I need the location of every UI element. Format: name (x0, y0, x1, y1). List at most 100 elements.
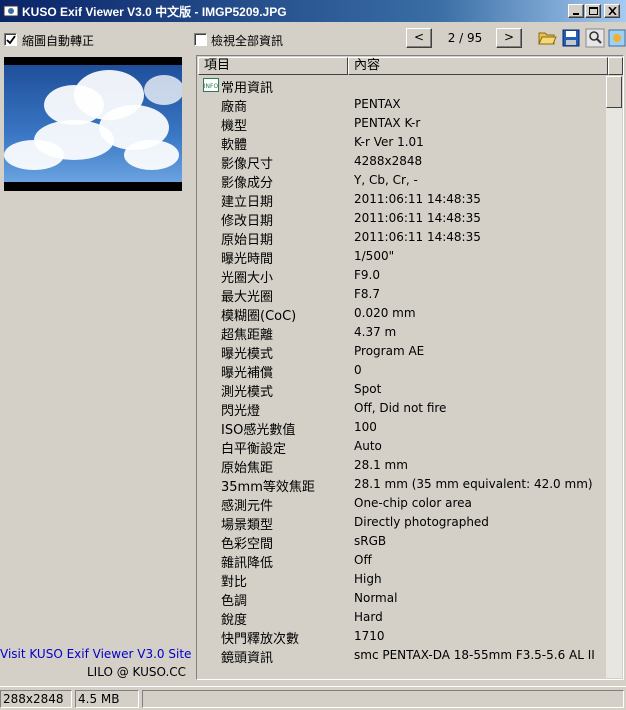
info-icon: INFO (203, 78, 219, 92)
row-item-label: 超焦距離 (221, 328, 274, 343)
row-item-value: 2011:06:11 14:48:35 (354, 230, 481, 244)
table-row[interactable]: 修改日期 2011:06:11 14:48:35 (198, 209, 606, 229)
row-item-label: 廠商 (221, 100, 248, 115)
row-item-value: 4.37 m (354, 325, 397, 339)
row-item-label: 感測元件 (221, 499, 274, 514)
table-row[interactable]: 曝光補償 0 (198, 361, 606, 381)
table-row[interactable]: 35mm等效焦距 28.1 mm (35 mm equivalent: 42.0 … (198, 475, 606, 495)
row-item-value: High (354, 572, 382, 586)
prev-button[interactable]: < (406, 28, 432, 48)
row-item-value: F8.7 (354, 287, 380, 301)
table-row[interactable]: 雜訊降低 Off (198, 551, 606, 571)
close-button[interactable] (604, 4, 620, 18)
table-row[interactable]: 色調 Normal (198, 589, 606, 609)
table-row[interactable]: 場景類型 Directly photographed (198, 513, 606, 533)
next-button[interactable]: > (496, 28, 522, 48)
table-row[interactable]: 軟體 K-r Ver 1.01 (198, 133, 606, 153)
row-item-label: 軟體 (221, 138, 248, 153)
thumbnail-preview (4, 57, 182, 191)
table-row[interactable]: 對比 High (198, 570, 606, 590)
table-row[interactable]: 鏡頭資訊 smc PENTAX-DA 18-55mm F3.5-5.6 AL II (198, 646, 606, 666)
table-row[interactable]: 曝光時間 1/500" (198, 247, 606, 267)
table-row[interactable]: 原始日期 2011:06:11 14:48:35 (198, 228, 606, 248)
table-row[interactable]: 廠商 PENTAX (198, 95, 606, 115)
settings-icon[interactable] (608, 28, 626, 48)
table-row[interactable]: 感測元件 One-chip color area (198, 494, 606, 514)
table-row[interactable]: 色彩空間 sRGB (198, 532, 606, 552)
site-link[interactable]: Visit KUSO Exif Viewer V3.0 Site (0, 647, 191, 661)
row-item-label: 原始日期 (221, 233, 274, 248)
row-item-value: Directly photographed (354, 515, 489, 529)
table-row[interactable]: 銳度 Hard (198, 608, 606, 628)
table-row[interactable]: 影像尺寸 4288x2848 (198, 152, 606, 172)
search-icon[interactable] (585, 28, 605, 48)
row-item-value: Auto (354, 439, 382, 453)
table-row[interactable]: 機型 PENTAX K-r (198, 114, 606, 134)
table-row[interactable]: 建立日期 2011:06:11 14:48:35 (198, 190, 606, 210)
row-item-label: 白平衡設定 (221, 442, 287, 457)
row-item-value: 28.1 mm (35 mm equivalent: 42.0 mm) (354, 477, 593, 491)
row-item-value: 28.1 mm (354, 458, 408, 472)
row-item-label: 影像尺寸 (221, 157, 274, 172)
minimize-icon (573, 13, 579, 15)
column-header-spacer (608, 57, 623, 75)
table-row[interactable]: 閃光燈 Off, Did not fire (198, 399, 606, 419)
table-row[interactable]: 快門釋放次數 1710 (198, 627, 606, 647)
title-bar[interactable]: KUSO Exif Viewer V3.0 中文版 - IMGP5209.JPG (0, 0, 626, 22)
row-item-label: 模糊圈(CoC) (221, 309, 297, 324)
auto-rotate-checkbox[interactable] (4, 33, 17, 46)
show-all-label[interactable]: 檢視全部資訊 (211, 32, 283, 49)
row-item-label: 建立日期 (221, 195, 274, 210)
vertical-scrollbar[interactable] (606, 76, 622, 678)
row-item-value: 4288x2848 (354, 154, 423, 168)
exif-list[interactable]: 項目 內容 INFO 常用資訊 廠商 PENTAX 機型 PENTAX K-r 軟體 K-… (196, 55, 624, 680)
row-item-value: sRGB (354, 534, 387, 548)
maximize-button[interactable] (585, 4, 601, 18)
column-header-content[interactable]: 內容 (348, 57, 608, 75)
scroll-thumb[interactable] (606, 76, 622, 108)
row-item-value: PENTAX K-r (354, 116, 421, 130)
table-row[interactable]: 測光模式 Spot (198, 380, 606, 400)
row-item-label: ISO感光數值 (221, 423, 296, 438)
row-item-value: Off, Did not fire (354, 401, 447, 415)
table-row[interactable]: 模糊圈(CoC) 0.020 mm (198, 304, 606, 324)
save-icon[interactable] (561, 28, 581, 48)
row-item-value: K-r Ver 1.01 (354, 135, 424, 149)
row-item-label: 測光模式 (221, 385, 274, 400)
row-item-label: 影像成分 (221, 176, 274, 191)
status-empty-panel (142, 690, 624, 708)
row-item-value: One-chip color area (354, 496, 472, 510)
group-row[interactable]: INFO 常用資訊 (198, 76, 606, 96)
table-row[interactable]: 影像成分 Y, Cb, Cr, - (198, 171, 606, 191)
auto-rotate-label[interactable]: 縮圖自動轉正 (22, 32, 94, 49)
row-item-value: Y, Cb, Cr, - (354, 173, 418, 187)
table-row[interactable]: 光圈大小 F9.0 (198, 266, 606, 286)
column-header-item[interactable]: 項目 (198, 57, 348, 75)
row-item-label: 鏡頭資訊 (221, 651, 274, 666)
row-item-value: Off (354, 553, 372, 567)
row-item-label: 快門釋放次數 (221, 632, 300, 647)
row-item-value: 1/500" (354, 249, 395, 263)
table-row[interactable]: 超焦距離 4.37 m (198, 323, 606, 343)
table-row[interactable]: 曝光模式 Program AE (198, 342, 606, 362)
close-icon (608, 7, 617, 15)
row-item-value: Spot (354, 382, 382, 396)
open-folder-icon[interactable] (537, 28, 557, 48)
table-row[interactable]: ISO感光數值 100 (198, 418, 606, 438)
page-indicator: 2 / 95 (447, 31, 483, 45)
group-label: 常用資訊 (221, 81, 274, 96)
table-row[interactable]: 原始焦距 28.1 mm (198, 456, 606, 476)
row-item-label: 對比 (221, 575, 248, 590)
row-item-label: 雜訊降低 (221, 556, 274, 571)
row-item-value: Hard (354, 610, 383, 624)
row-item-value: 2011:06:11 14:48:35 (354, 192, 481, 206)
row-item-label: 35mm等效焦距 (221, 480, 315, 495)
table-row[interactable]: 白平衡設定 Auto (198, 437, 606, 457)
table-row[interactable]: 最大光圈 F8.7 (198, 285, 606, 305)
minimize-button[interactable] (568, 4, 584, 18)
show-all-checkbox[interactable] (194, 33, 207, 46)
row-item-value: Program AE (354, 344, 425, 358)
sky-photo (4, 65, 182, 182)
row-item-value: 0.020 mm (354, 306, 416, 320)
row-item-label: 曝光模式 (221, 347, 274, 362)
